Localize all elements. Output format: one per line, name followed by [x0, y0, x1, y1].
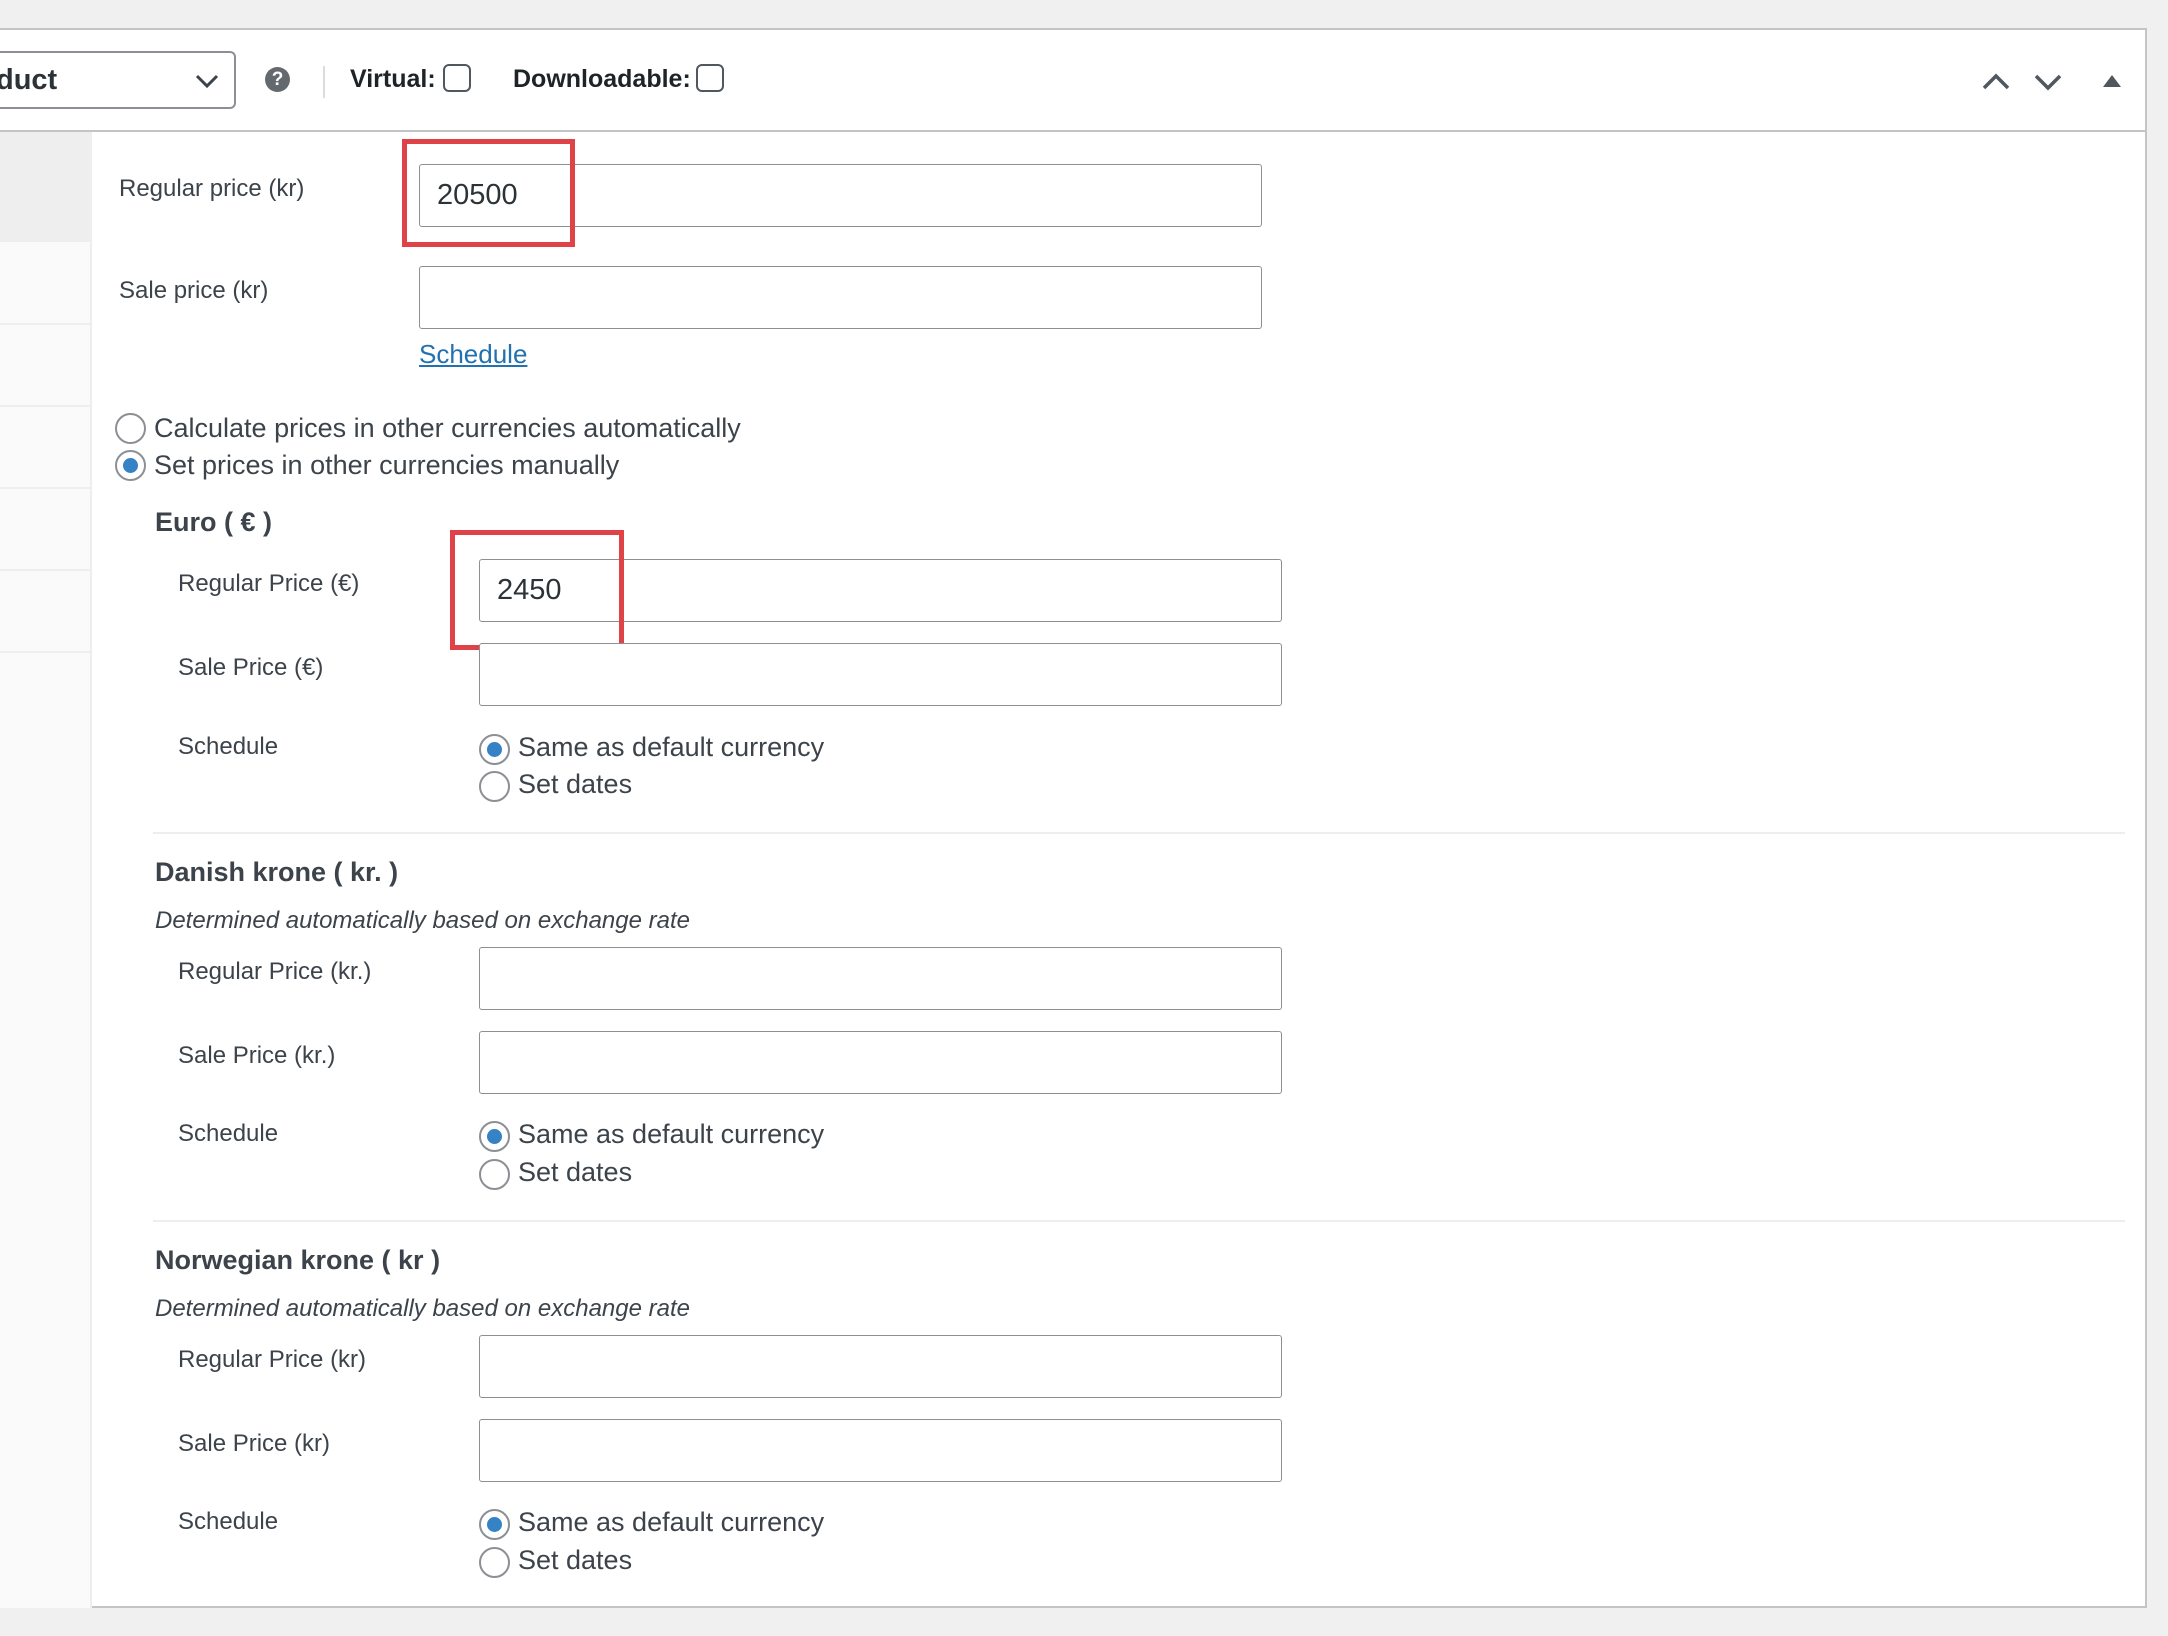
highlight-box [402, 139, 575, 247]
schedule-dates-label: Set dates [518, 1545, 633, 1575]
schedule-dates-label: Set dates [518, 769, 633, 799]
chevron-down-icon [195, 74, 219, 89]
highlight-box [450, 530, 624, 650]
virtual-label: Virtual: [350, 65, 436, 93]
product-type-value: duct [0, 64, 58, 96]
sale-price-input[interactable] [479, 1419, 1282, 1482]
sale-price-label: Sale price (kr) [119, 277, 269, 304]
regular-price-input[interactable] [479, 947, 1282, 1010]
section-divider [153, 1220, 2125, 1222]
auto-currency-label: Calculate prices in other currencies aut… [154, 413, 741, 443]
product-data-panel: duct ? Virtual: Downloadable: Regular pr… [0, 28, 2147, 1608]
arrow-up-icon[interactable] [1981, 72, 2011, 92]
tab-linked-products[interactable] [0, 407, 92, 489]
tab-advanced[interactable] [0, 571, 92, 653]
currency-note: Determined automatically based on exchan… [155, 1295, 690, 1322]
schedule-same-label: Same as default currency [518, 1507, 825, 1537]
manual-currency-label: Set prices in other currencies manually [154, 450, 620, 480]
currency-title: Danish krone ( kr. ) [155, 857, 399, 887]
sale-price-label: Sale Price (kr) [178, 1430, 331, 1457]
product-data-header: duct ? Virtual: Downloadable: [0, 30, 2145, 132]
auto-currency-radio[interactable] [115, 413, 146, 444]
currency-title: Norwegian krone ( kr ) [155, 1245, 441, 1275]
sale-price-label: Sale Price (kr.) [178, 1042, 336, 1069]
arrow-down-icon[interactable] [2033, 72, 2063, 92]
schedule-same-radio[interactable] [479, 734, 510, 765]
manual-currency-radio[interactable] [115, 450, 146, 481]
tab-attributes[interactable] [0, 489, 92, 571]
sale-price-input[interactable] [479, 1031, 1282, 1094]
schedule-link[interactable]: Schedule [419, 339, 527, 370]
schedule-dates-label: Set dates [518, 1157, 633, 1187]
section-divider [153, 832, 2125, 834]
schedule-label: Schedule [178, 733, 279, 760]
tab-shipping[interactable] [0, 325, 92, 407]
regular-price-label: Regular price (kr) [119, 175, 305, 202]
schedule-dates-radio[interactable] [479, 771, 510, 802]
regular-price-label: Regular Price (kr.) [178, 958, 372, 985]
regular-price-label: Regular Price (€) [178, 570, 360, 597]
sale-price-input[interactable] [479, 643, 1282, 706]
header-divider [323, 66, 325, 98]
schedule-dates-radio[interactable] [479, 1159, 510, 1190]
schedule-label: Schedule [178, 1120, 279, 1147]
currency-note: Determined automatically based on exchan… [155, 907, 690, 934]
virtual-checkbox[interactable] [443, 64, 471, 92]
currency-title: Euro ( € ) [155, 507, 273, 537]
schedule-same-radio[interactable] [479, 1509, 510, 1540]
tab-general[interactable] [0, 132, 92, 242]
sale-price-input[interactable] [419, 266, 1262, 329]
product-type-select[interactable]: duct [0, 51, 236, 109]
tab-inventory[interactable] [0, 242, 92, 325]
sale-price-label: Sale Price (€) [178, 654, 324, 681]
downloadable-checkbox[interactable] [696, 64, 724, 92]
regular-price-input[interactable] [479, 1335, 1282, 1398]
regular-price-label: Regular Price (kr) [178, 1346, 367, 1373]
schedule-same-radio[interactable] [479, 1121, 510, 1152]
schedule-label: Schedule [178, 1508, 279, 1535]
schedule-dates-radio[interactable] [479, 1547, 510, 1578]
product-data-tabs [0, 132, 92, 1608]
toggle-triangle-icon[interactable] [2102, 74, 2122, 88]
schedule-same-label: Same as default currency [518, 732, 825, 762]
downloadable-label: Downloadable: [513, 65, 691, 93]
schedule-same-label: Same as default currency [518, 1119, 825, 1149]
help-icon[interactable]: ? [265, 67, 290, 92]
